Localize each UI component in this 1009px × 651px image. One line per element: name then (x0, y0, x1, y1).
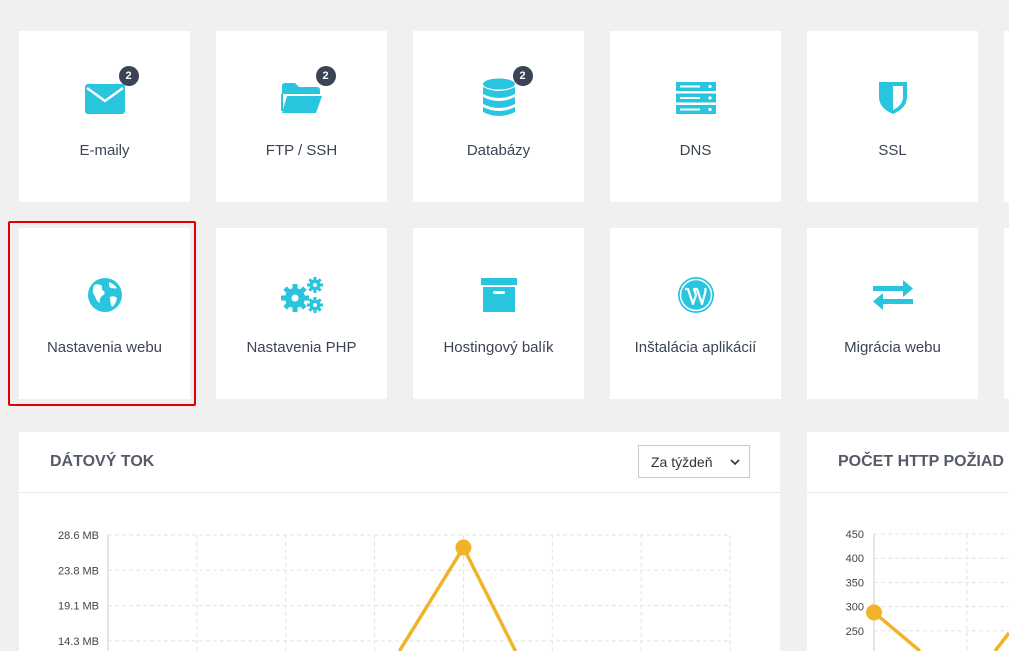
email-count-badge: 2 (118, 66, 139, 86)
data-point (866, 604, 882, 621)
traffic-card-header: DÁTOVÝ TOK Za týždeň (19, 432, 780, 493)
traffic-card: DÁTOVÝ TOK Za týždeň 28.6 MB 23.8 MB 19.1 … (19, 432, 780, 651)
y-tick-label: 250 (846, 626, 864, 638)
shield-icon (878, 82, 907, 114)
tile-label: FTP / SSH (265, 142, 338, 159)
series-line (872, 611, 922, 651)
gears-icon (280, 277, 323, 313)
tile-label: Nastavenia PHP (246, 339, 357, 356)
mail-icon (84, 84, 125, 114)
requests-chart: 450400350300250200 (846, 529, 1009, 651)
tile-label: SSL (878, 142, 907, 159)
period-select[interactable]: Za týždeň (638, 445, 750, 478)
tile-web-migration[interactable]: Migrácia webu (807, 228, 978, 399)
tile-partial-row2[interactable] (1004, 228, 1009, 399)
tile-label: Inštalácia aplikácií (634, 339, 757, 356)
traffic-chart: 28.6 MB 23.8 MB 19.1 MB 14.3 MB (58, 530, 731, 651)
y-tick-label: 300 (846, 602, 864, 614)
y-tick-label: 450 (846, 529, 864, 541)
globe-icon (87, 278, 122, 312)
y-tick-label: 350 (846, 577, 864, 589)
requests-card-header: POČET HTTP POŽIAD (807, 432, 1009, 493)
requests-card-title: POČET HTTP POŽIAD (838, 453, 1004, 470)
requests-card: POČET HTTP POŽIAD 450400350300250200 (807, 432, 1009, 651)
tile-ssl[interactable]: SSL (807, 31, 978, 202)
y-tick-label: 400 (846, 553, 864, 565)
y-tick-label: 28.6 MB (58, 530, 99, 542)
y-tick-label: 23.8 MB (58, 565, 99, 577)
period-select-value: Za týždeň (651, 453, 713, 470)
database-count-badge: 2 (512, 66, 533, 86)
tile-label: Databázy (466, 142, 531, 159)
y-tick-label: 14.3 MB (58, 636, 99, 648)
exchange-arrows-icon (872, 280, 913, 310)
traffic-card-title: DÁTOVÝ TOK (50, 453, 155, 470)
server-icon (675, 82, 716, 114)
data-point (455, 539, 472, 556)
tile-hosting-package[interactable]: Hostingový balík (413, 228, 584, 399)
tile-web-settings[interactable]: Nastavenia webu (19, 228, 190, 399)
tile-app-install[interactable]: Inštalácia aplikácií (610, 228, 781, 399)
ftp-count-badge: 2 (315, 66, 336, 86)
tile-emails[interactable]: 2 E-maily (19, 31, 190, 202)
tile-ftp-ssh[interactable]: 2 FTP / SSH (216, 31, 387, 202)
chevron-down-icon (730, 459, 740, 466)
tile-dns[interactable]: DNS (610, 31, 781, 202)
tile-partial-row1[interactable] (1004, 31, 1009, 202)
database-icon (482, 78, 515, 116)
tile-label: Hostingový balík (443, 339, 554, 356)
tile-label: Nastavenia webu (46, 339, 163, 356)
y-tick-label: 19.1 MB (58, 601, 99, 613)
tile-label: DNS (679, 142, 712, 159)
archive-box-icon (480, 278, 517, 312)
tile-databases[interactable]: 2 Databázy (413, 31, 584, 202)
tile-label: Migrácia webu (844, 339, 941, 356)
series-line (397, 545, 517, 651)
tile-label: E-maily (79, 142, 130, 159)
tile-php-settings[interactable]: Nastavenia PHP (216, 228, 387, 399)
series-line (993, 631, 1009, 651)
wordpress-icon (677, 277, 714, 313)
folder-icon (280, 83, 322, 113)
